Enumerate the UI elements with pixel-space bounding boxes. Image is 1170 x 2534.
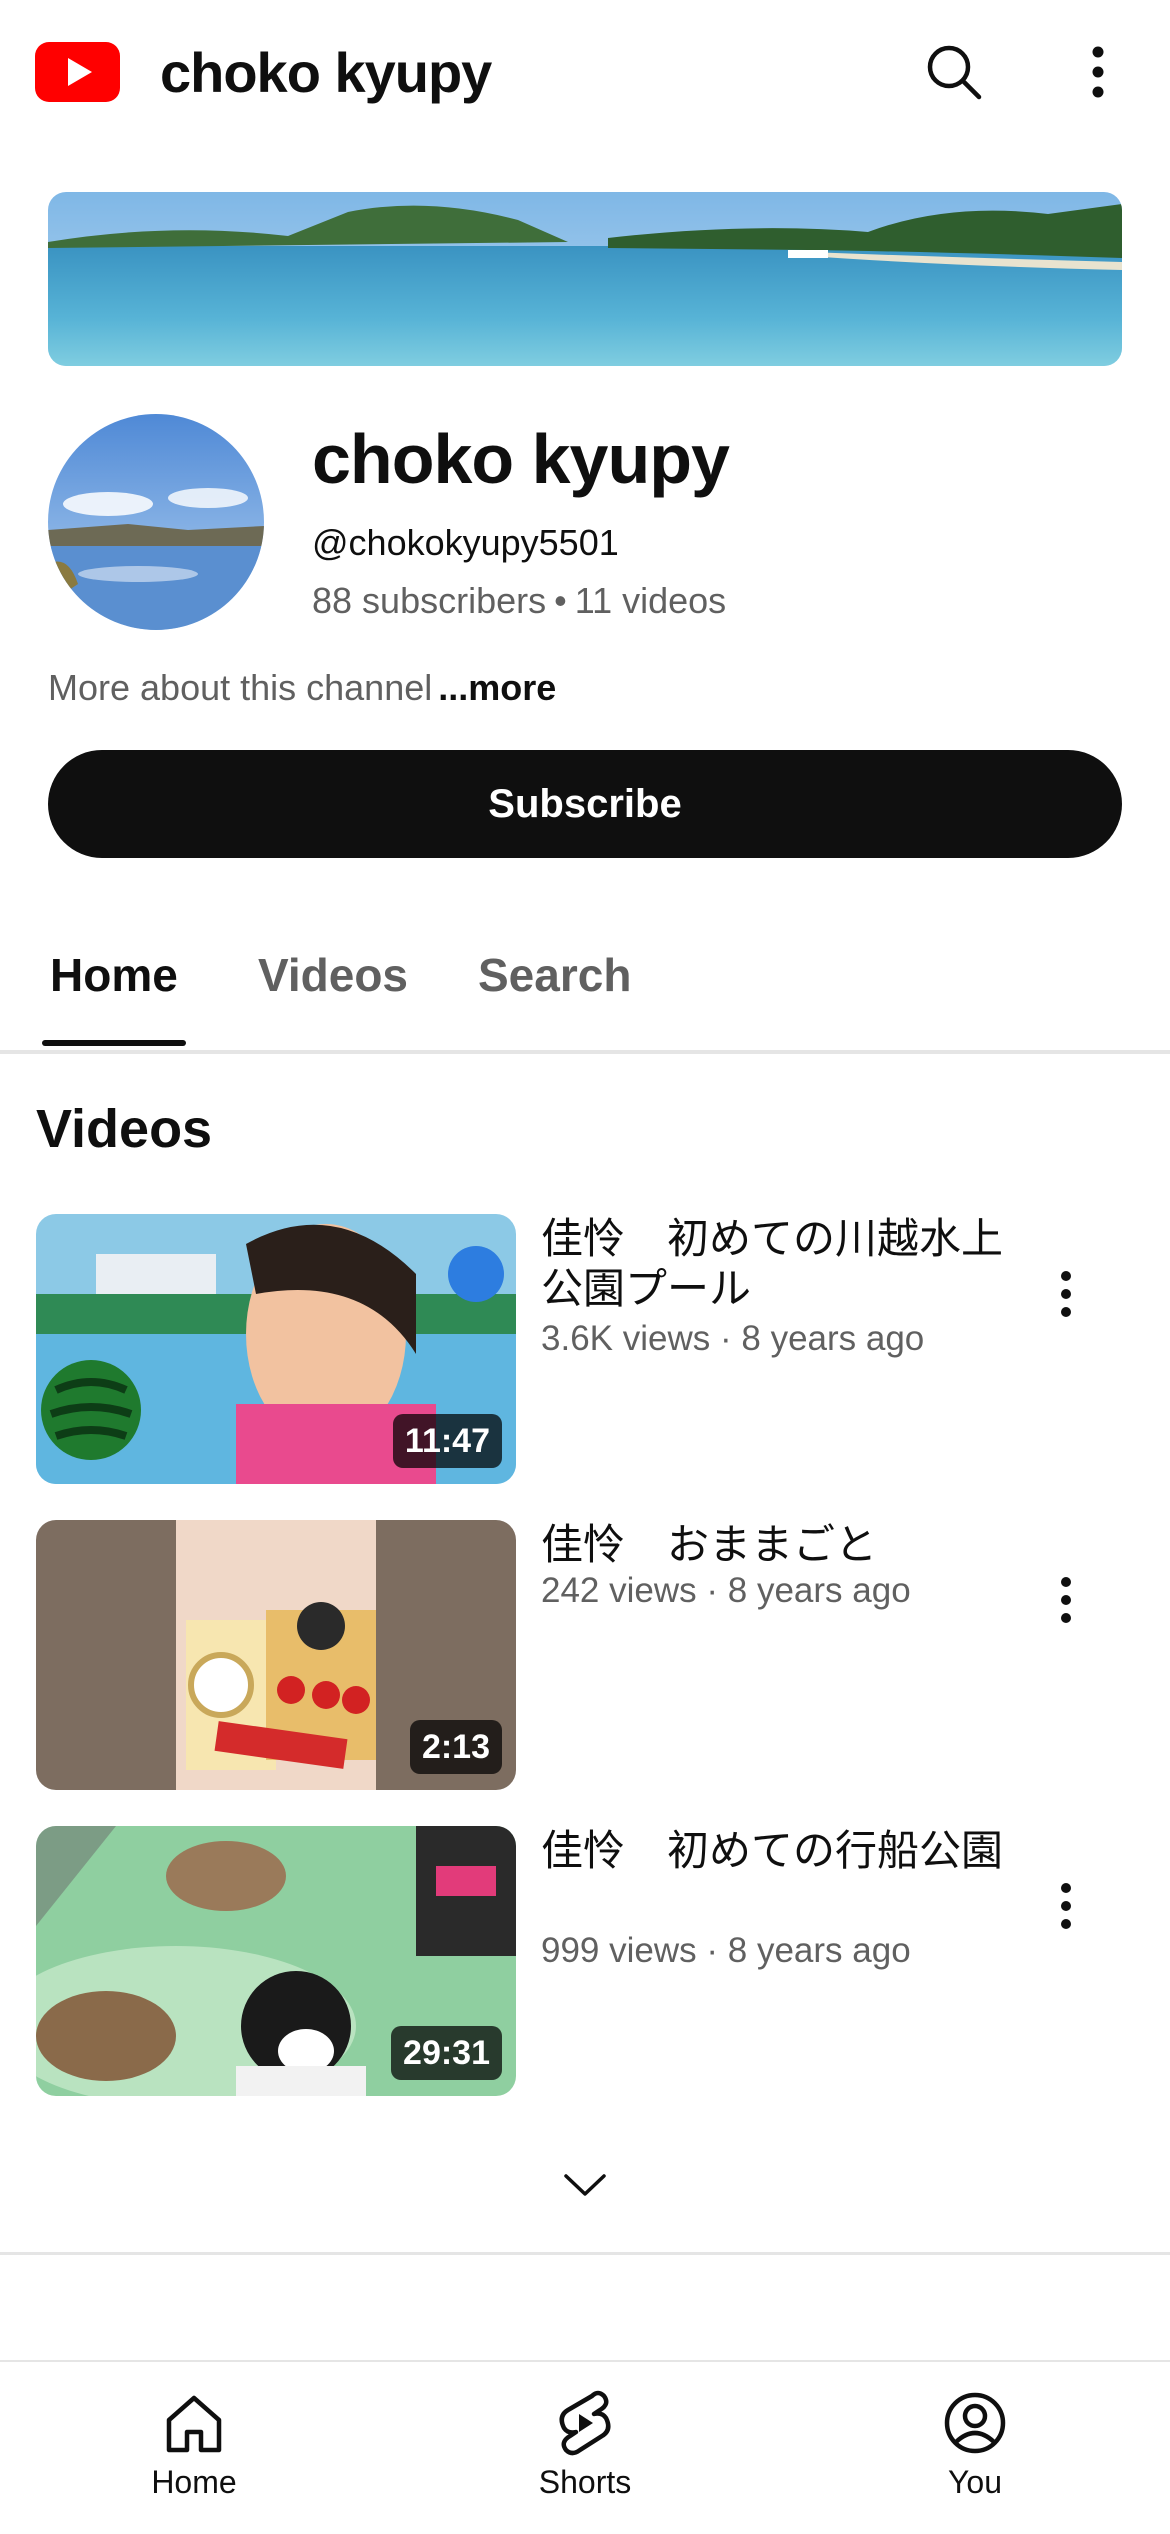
nav-shorts[interactable]: Shorts [485, 2390, 685, 2520]
video-title[interactable]: 佳怜 おままごと [541, 1520, 1011, 1570]
meta-separator: · [706, 1931, 719, 1970]
video-meta: 3.6K views · 8 years ago [541, 1314, 924, 1364]
search-icon[interactable] [922, 36, 986, 108]
active-tab-indicator [42, 1040, 186, 1046]
video-menu-icon[interactable] [1036, 1560, 1096, 1640]
tab-home[interactable]: Home [50, 940, 178, 1010]
channel-about[interactable]: More about this channel ...more [48, 660, 556, 716]
nav-home[interactable]: Home [94, 2390, 294, 2520]
nav-you[interactable]: You [875, 2390, 1075, 2520]
nav-home-label: Home [151, 2464, 237, 2500]
video-views: 242 views [541, 1571, 697, 1610]
shorts-icon [559, 2390, 611, 2456]
video-age: 8 years ago [741, 1319, 925, 1358]
account-circle-icon [944, 2392, 1006, 2454]
video-meta: 242 views · 8 years ago [541, 1566, 911, 1616]
home-icon [166, 2395, 222, 2453]
video-thumbnail[interactable]: 2:13 [36, 1520, 516, 1790]
subscriber-count: 88 subscribers [312, 580, 547, 621]
youtube-logo-icon[interactable] [35, 42, 120, 102]
list-divider [0, 2252, 1170, 2255]
video-count: 11 videos [574, 580, 727, 621]
video-thumbnail[interactable]: 29:31 [36, 1826, 516, 2096]
tab-videos[interactable]: Videos [258, 940, 408, 1010]
tabs-divider [0, 1050, 1170, 1054]
channel-name: choko kyupy [312, 420, 730, 498]
video-menu-icon[interactable] [1036, 1866, 1096, 1946]
video-duration: 11:47 [392, 1414, 502, 1468]
video-meta: 999 views · 8 years ago [541, 1926, 911, 1976]
video-duration: 2:13 [409, 1720, 502, 1774]
nav-you-label: You [948, 2464, 1002, 2500]
video-views: 3.6K views [541, 1319, 711, 1358]
about-more-link[interactable]: ...more [438, 667, 556, 708]
chevron-down-icon[interactable] [545, 2150, 625, 2220]
meta-separator: · [706, 1571, 719, 1610]
video-item[interactable]: 11:47 佳怜 初めての川越水上公園プール 3.6K views · 8 ye… [36, 1214, 1146, 1484]
video-title[interactable]: 佳怜 初めての川越水上公園プール [541, 1214, 1011, 1314]
top-bar-title: choko kyupy [160, 41, 492, 104]
stats-separator: • [554, 580, 567, 621]
tab-search[interactable]: Search [478, 940, 631, 1010]
channel-banner [48, 192, 1122, 366]
subscribe-button[interactable]: Subscribe [48, 750, 1122, 858]
nav-shorts-label: Shorts [538, 2464, 632, 2500]
video-age: 8 years ago [727, 1931, 911, 1970]
channel-avatar[interactable] [48, 414, 264, 630]
video-views: 999 views [541, 1931, 697, 1970]
video-age: 8 years ago [727, 1571, 911, 1610]
video-menu-icon[interactable] [1036, 1254, 1096, 1334]
meta-separator: · [719, 1319, 732, 1358]
video-thumbnail[interactable]: 11:47 [36, 1214, 516, 1484]
video-duration: 29:31 [391, 2026, 502, 2080]
channel-stats: 88 subscribers • 11 videos [312, 576, 726, 626]
about-text: More about this channel [48, 667, 433, 708]
more-vert-icon[interactable] [1070, 36, 1126, 108]
section-title: Videos [36, 1099, 213, 1159]
video-item[interactable]: 2:13 佳怜 おままごと 242 views · 8 years ago [36, 1520, 1146, 1790]
bottom-navigation: Home Shorts You [0, 2360, 1170, 2534]
video-title[interactable]: 佳怜 初めての行船公園 [541, 1826, 1011, 1876]
video-item[interactable]: 29:31 佳怜 初めての行船公園 999 views · 8 years ag… [36, 1826, 1146, 2096]
channel-handle: @chokokyupy5501 [312, 522, 619, 563]
